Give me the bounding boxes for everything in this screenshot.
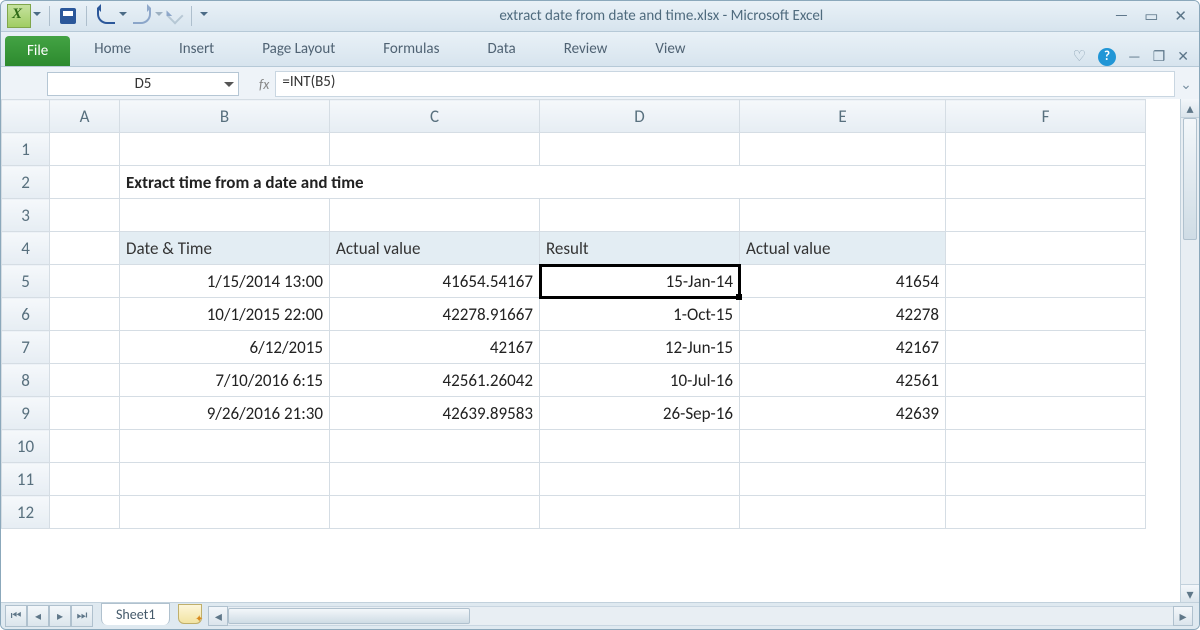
- name-box[interactable]: D5: [47, 72, 239, 96]
- file-tab[interactable]: File: [5, 36, 70, 66]
- vscroll-thumb[interactable]: [1183, 118, 1197, 240]
- cell[interactable]: 6/12/2015: [120, 331, 330, 364]
- cell[interactable]: 42639.89583: [330, 397, 540, 430]
- cell[interactable]: 42561: [740, 364, 946, 397]
- tab-formulas[interactable]: Formulas: [359, 32, 463, 66]
- minimize-ribbon-icon[interactable]: ♡: [1073, 47, 1086, 66]
- cell[interactable]: 42278: [740, 298, 946, 331]
- tab-data[interactable]: Data: [463, 32, 539, 66]
- cell[interactable]: 42561.26042: [330, 364, 540, 397]
- hscroll-track[interactable]: [228, 606, 1173, 626]
- scroll-left-icon[interactable]: ◂: [208, 606, 228, 626]
- col-header-e[interactable]: E: [740, 100, 946, 133]
- cell[interactable]: 12-Jun-15: [540, 331, 740, 364]
- cell[interactable]: 7/10/2016 6:15: [120, 364, 330, 397]
- row-header-1[interactable]: 1: [2, 133, 50, 166]
- scroll-down-icon[interactable]: ▾: [1181, 584, 1199, 603]
- row-header-6[interactable]: 6: [2, 298, 50, 331]
- worksheet-grid[interactable]: A B C D E F 1 2 Extract time from a date…: [1, 99, 1180, 603]
- cell[interactable]: 1/15/2014 13:00: [120, 265, 330, 298]
- row-header-5[interactable]: 5: [2, 265, 50, 298]
- app-menu-dropdown-icon[interactable]: [33, 12, 41, 20]
- table-header-date-time[interactable]: Date & Time: [120, 232, 330, 265]
- row-header-10[interactable]: 10: [2, 430, 50, 463]
- hscroll-thumb[interactable]: [228, 608, 470, 624]
- title-bar: extract date from date and time.xlsx - M…: [1, 1, 1199, 32]
- formula-input[interactable]: =INT(B5): [275, 71, 1175, 97]
- save-icon[interactable]: [60, 8, 76, 24]
- sheet-tab-bar: ⏮ ◂ ▸ ⏭ Sheet1 ◂ ▸: [1, 602, 1199, 629]
- cell[interactable]: 42278.91667: [330, 298, 540, 331]
- next-sheet-icon[interactable]: ▸: [49, 605, 71, 627]
- row-header-12[interactable]: 12: [2, 496, 50, 529]
- minimize-icon[interactable]: —: [1115, 7, 1129, 26]
- cell[interactable]: 9/26/2016 21:30: [120, 397, 330, 430]
- cell-d5[interactable]: 15-Jan-14: [540, 265, 740, 298]
- scroll-right-icon[interactable]: ▸: [1173, 606, 1193, 626]
- undo-icon[interactable]: [97, 8, 115, 24]
- tab-review[interactable]: Review: [540, 32, 632, 66]
- vscroll-track[interactable]: [1181, 118, 1199, 584]
- prev-sheet-icon[interactable]: ◂: [27, 605, 49, 627]
- expand-formula-bar-icon[interactable]: ⌄: [1179, 76, 1193, 93]
- repeat-icon[interactable]: [167, 8, 184, 25]
- workbook-restore-icon[interactable]: ❐: [1153, 48, 1166, 65]
- cell[interactable]: 42167: [330, 331, 540, 364]
- row-header-9[interactable]: 9: [2, 397, 50, 430]
- cell[interactable]: 41654: [740, 265, 946, 298]
- name-box-value: D5: [135, 75, 152, 93]
- name-box-dropdown-icon[interactable]: [224, 82, 234, 92]
- sheet-tab-sheet1[interactable]: Sheet1: [101, 603, 170, 625]
- scroll-up-icon[interactable]: ▴: [1181, 99, 1199, 118]
- excel-window: extract date from date and time.xlsx - M…: [0, 0, 1200, 630]
- close-icon[interactable]: ✕: [1174, 7, 1187, 26]
- col-header-d[interactable]: D: [540, 100, 740, 133]
- first-sheet-icon[interactable]: ⏮: [5, 605, 27, 627]
- last-sheet-icon[interactable]: ⏭: [71, 605, 93, 627]
- row-header-4[interactable]: 4: [2, 232, 50, 265]
- redo-icon[interactable]: [133, 8, 151, 24]
- table-header-actual1[interactable]: Actual value: [330, 232, 540, 265]
- row-header-2[interactable]: 2: [2, 166, 50, 199]
- tab-page-layout[interactable]: Page Layout: [238, 32, 359, 66]
- row-header-7[interactable]: 7: [2, 331, 50, 364]
- window-title: extract date from date and time.xlsx - M…: [208, 7, 1115, 25]
- horizontal-scrollbar[interactable]: ◂ ▸: [208, 606, 1193, 626]
- cell[interactable]: 10/1/2015 22:00: [120, 298, 330, 331]
- cell[interactable]: 26-Sep-16: [540, 397, 740, 430]
- workbook-minimize-icon[interactable]: —: [1128, 48, 1141, 65]
- vertical-scrollbar[interactable]: ▴ ▾: [1180, 99, 1199, 603]
- qat-customize-dropdown-icon[interactable]: [200, 12, 208, 20]
- select-all-corner[interactable]: [2, 100, 50, 133]
- col-header-f[interactable]: F: [946, 100, 1146, 133]
- excel-logo-icon: [7, 4, 31, 28]
- maximize-icon[interactable]: ▭: [1144, 7, 1158, 26]
- tab-home[interactable]: Home: [70, 32, 155, 66]
- tab-insert[interactable]: Insert: [155, 32, 238, 66]
- new-sheet-icon[interactable]: [178, 604, 202, 624]
- row-header-11[interactable]: 11: [2, 463, 50, 496]
- cell[interactable]: 42639: [740, 397, 946, 430]
- table-header-result[interactable]: Result: [540, 232, 740, 265]
- col-header-c[interactable]: C: [330, 100, 540, 133]
- workbook-close-icon[interactable]: ✕: [1177, 48, 1189, 65]
- col-header-a[interactable]: A: [50, 100, 120, 133]
- undo-dropdown-icon[interactable]: [119, 12, 127, 20]
- col-header-b[interactable]: B: [120, 100, 330, 133]
- cell[interactable]: 42167: [740, 331, 946, 364]
- row-header-8[interactable]: 8: [2, 364, 50, 397]
- help-icon[interactable]: ?: [1098, 48, 1116, 66]
- row-header-3[interactable]: 3: [2, 199, 50, 232]
- sheet-title[interactable]: Extract time from a date and time: [120, 166, 946, 199]
- ribbon: File Home Insert Page Layout Formulas Da…: [1, 32, 1199, 67]
- quick-access-toolbar: [45, 6, 208, 26]
- cell[interactable]: 10-Jul-16: [540, 364, 740, 397]
- table-header-actual2[interactable]: Actual value: [740, 232, 946, 265]
- fx-icon[interactable]: fx: [259, 76, 269, 93]
- formula-bar: D5 fx =INT(B5) ⌄: [1, 67, 1199, 102]
- cell[interactable]: 1-Oct-15: [540, 298, 740, 331]
- tab-view[interactable]: View: [631, 32, 709, 66]
- cell[interactable]: 41654.54167: [330, 265, 540, 298]
